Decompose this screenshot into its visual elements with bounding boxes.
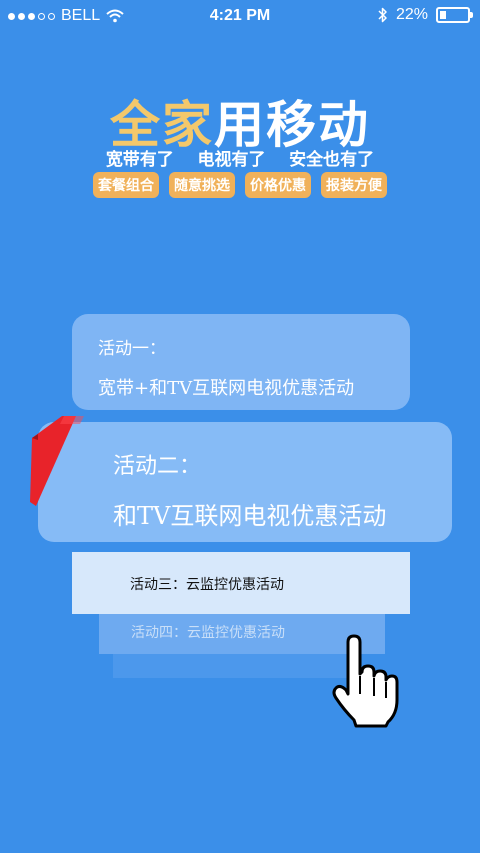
- activity-1-title: 活动一：: [98, 339, 166, 359]
- bluetooth-icon: [378, 7, 387, 23]
- activity-card-1[interactable]: 活动一： 宽带+和TV互联网电视优惠活动: [72, 314, 410, 410]
- pointer-hand-icon: [332, 634, 399, 728]
- subtitle: 宽带有了 电视有了 安全也有了: [105, 150, 375, 170]
- status-right: 22%: [378, 6, 473, 24]
- activity-4-title: 活动四：云监控优惠活动: [131, 625, 285, 641]
- activity-3-title: 活动三：云监控优惠活动: [130, 577, 284, 593]
- status-bar: BELL 4:21 PM 22%: [0, 0, 480, 32]
- battery-percent: 22%: [395, 6, 428, 23]
- tag-discount: 价格优惠: [245, 172, 311, 198]
- activity-2-title: 活动二：: [113, 454, 202, 479]
- battery-icon: [436, 7, 473, 23]
- battery-fill: [440, 11, 446, 19]
- activity-card-3[interactable]: 活动三：云监控优惠活动: [72, 552, 410, 614]
- activity-2-desc: 和TV互联网电视优惠活动: [113, 502, 387, 530]
- activity-1-desc: 宽带+和TV互联网电视优惠活动: [98, 378, 355, 399]
- tag-install: 报装方便: [321, 172, 387, 198]
- feature-tags: 套餐组合 随意挑选 价格优惠 报装方便: [0, 172, 480, 198]
- tag-package: 套餐组合: [93, 172, 159, 198]
- ribbon-icon: [30, 416, 84, 506]
- tag-choose: 随意挑选: [169, 172, 235, 198]
